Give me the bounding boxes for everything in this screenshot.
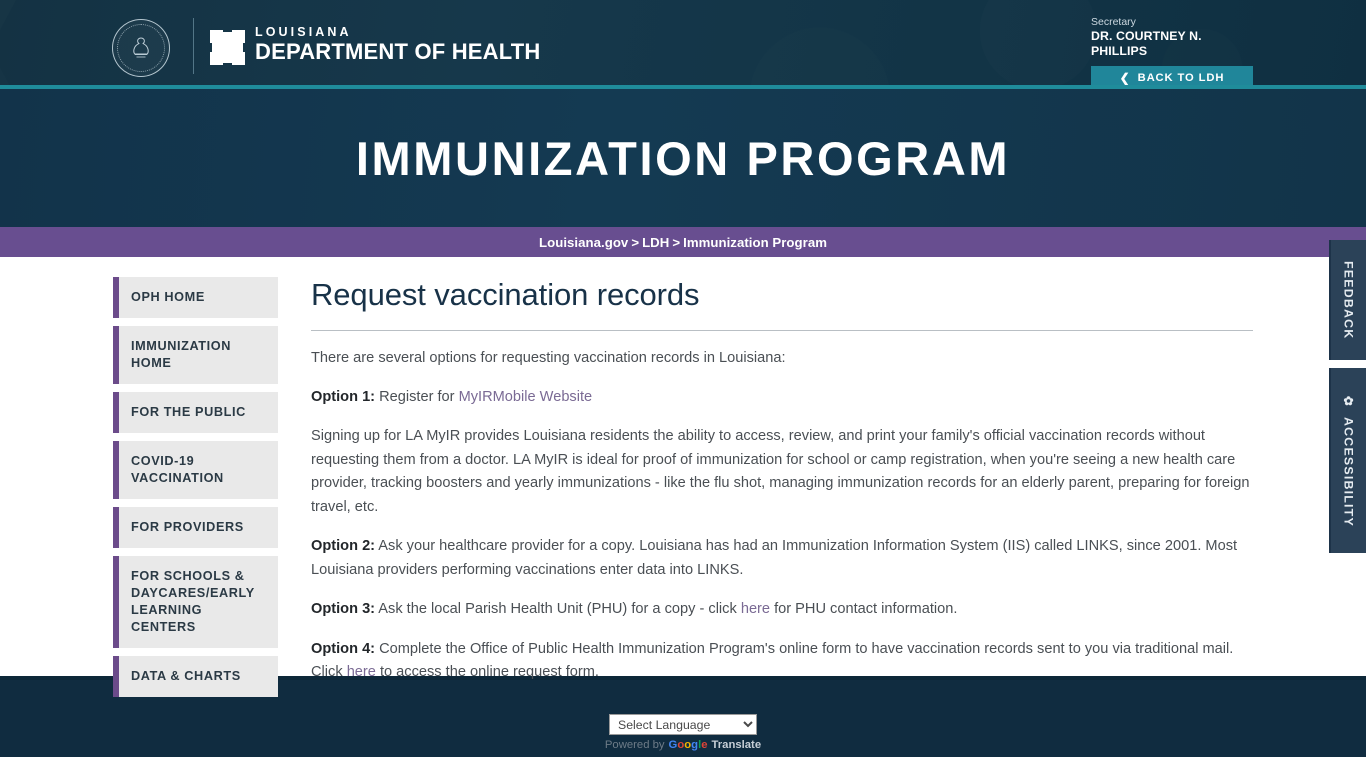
breadcrumb-separator: > (631, 234, 640, 250)
header-vertical-divider (193, 18, 194, 74)
online-form-here-link[interactable]: here (347, 664, 376, 680)
louisiana-state-seal-icon (112, 19, 170, 77)
translate-label: Translate (711, 739, 762, 751)
phu-here-link[interactable]: here (741, 601, 770, 617)
secretary-block: Secretary DR. COURTNEY N. PHILLIPS ❮ BAC… (1091, 16, 1253, 89)
accessibility-tab[interactable]: ✿ ACCESSIBILITY (1329, 368, 1366, 553)
breadcrumb-item-immunization-program[interactable]: Immunization Program (683, 235, 827, 250)
option-1-text: Register for (375, 388, 459, 405)
sidebar-nav: OPH HOME IMMUNIZATION HOME FOR THE PUBLI… (113, 277, 278, 697)
option-4-label: Option 4: (311, 640, 376, 657)
breadcrumb-item-louisiana-gov[interactable]: Louisiana.gov (539, 235, 628, 250)
sidebar-item-data-charts[interactable]: DATA & CHARTS (113, 656, 278, 697)
google-logo-icon: Google (668, 739, 708, 751)
option-3-text-before: Ask the local Parish Health Unit (PHU) f… (375, 601, 741, 617)
option-1-label: Option 1: (311, 388, 376, 405)
breadcrumb-item-ldh[interactable]: LDH (642, 235, 669, 250)
option-4-paragraph: Option 4: Complete the Office of Public … (311, 638, 1253, 685)
language-select[interactable]: Select Language (609, 714, 757, 735)
pelican-glyph (133, 37, 149, 58)
hero-banner: IMMUNIZATION PROGRAM (0, 89, 1366, 227)
powered-by-google-translate: Powered by Google Translate (605, 739, 761, 751)
option-3-paragraph: Option 3: Ask the local Parish Health Un… (311, 598, 1253, 622)
header-teal-rule (0, 85, 1366, 89)
option-3-text-after: for PHU contact information. (770, 601, 958, 617)
secretary-label: Secretary (1091, 16, 1136, 28)
option-1-paragraph: Option 1: Register for MyIRMobile Websit… (311, 386, 1253, 410)
intro-paragraph: There are several options for requesting… (311, 350, 786, 366)
sidebar-item-for-schools-daycares[interactable]: FOR SCHOOLS & DAYCARES/EARLY LEARNING CE… (113, 556, 278, 648)
sidebar-item-for-the-public[interactable]: FOR THE PUBLIC (113, 392, 278, 433)
option-4-text-after: to access the online request form. (375, 664, 599, 680)
sidebar-item-oph-home[interactable]: OPH HOME (113, 277, 278, 318)
feedback-tab-label: FEEDBACK (1341, 260, 1356, 340)
option-2-text: Ask your healthcare provider for a copy.… (311, 538, 1238, 578)
powered-by-label: Powered by (604, 739, 665, 751)
feedback-tab[interactable]: FEEDBACK (1329, 240, 1366, 360)
gear-icon: ✿ (1341, 393, 1356, 410)
back-to-ldh-label: BACK TO LDH (1137, 71, 1225, 84)
chevron-left-icon: ❮ (1119, 70, 1131, 85)
sidebar-item-for-providers[interactable]: FOR PROVIDERS (113, 507, 278, 548)
brand-line-louisiana: LOUISIANA (255, 25, 352, 39)
page-hero-title: IMMUNIZATION PROGRAM (355, 131, 1011, 185)
ldh-logo[interactable]: LOUISIANA DEPARTMENT OF HEALTH (210, 26, 541, 65)
medical-cross-icon (210, 30, 245, 65)
secretary-name: DR. COURTNEY N. PHILLIPS (1091, 29, 1202, 58)
breadcrumb-bar: Louisiana.gov > LDH > Immunization Program (0, 227, 1366, 257)
myirmobile-website-link[interactable]: MyIRMobile Website (459, 389, 593, 405)
breadcrumb-separator: > (672, 234, 681, 250)
page-body: OPH HOME IMMUNIZATION HOME FOR THE PUBLI… (0, 257, 1366, 697)
option-2-label: Option 2: (311, 538, 376, 554)
sidebar-item-immunization-home[interactable]: IMMUNIZATION HOME (113, 326, 278, 384)
accessibility-tab-label: ACCESSIBILITY (1341, 417, 1356, 528)
site-header: LOUISIANA DEPARTMENT OF HEALTH Secretary… (0, 0, 1366, 89)
sidebar-item-covid-19-vaccination[interactable]: COVID-19 VACCINATION (113, 441, 278, 499)
option-2-paragraph: Option 2: Ask your healthcare provider f… (311, 535, 1253, 582)
main-content: Request vaccination records There are se… (311, 277, 1253, 680)
option-3-label: Option 3: (311, 601, 376, 617)
breadcrumb: Louisiana.gov > LDH > Immunization Program (539, 235, 827, 250)
myir-description-paragraph: Signing up for LA MyIR provides Louisian… (311, 428, 1250, 515)
brand-line-department: DEPARTMENT OF HEALTH (255, 39, 541, 64)
page-title: Request vaccination records (311, 277, 1253, 331)
